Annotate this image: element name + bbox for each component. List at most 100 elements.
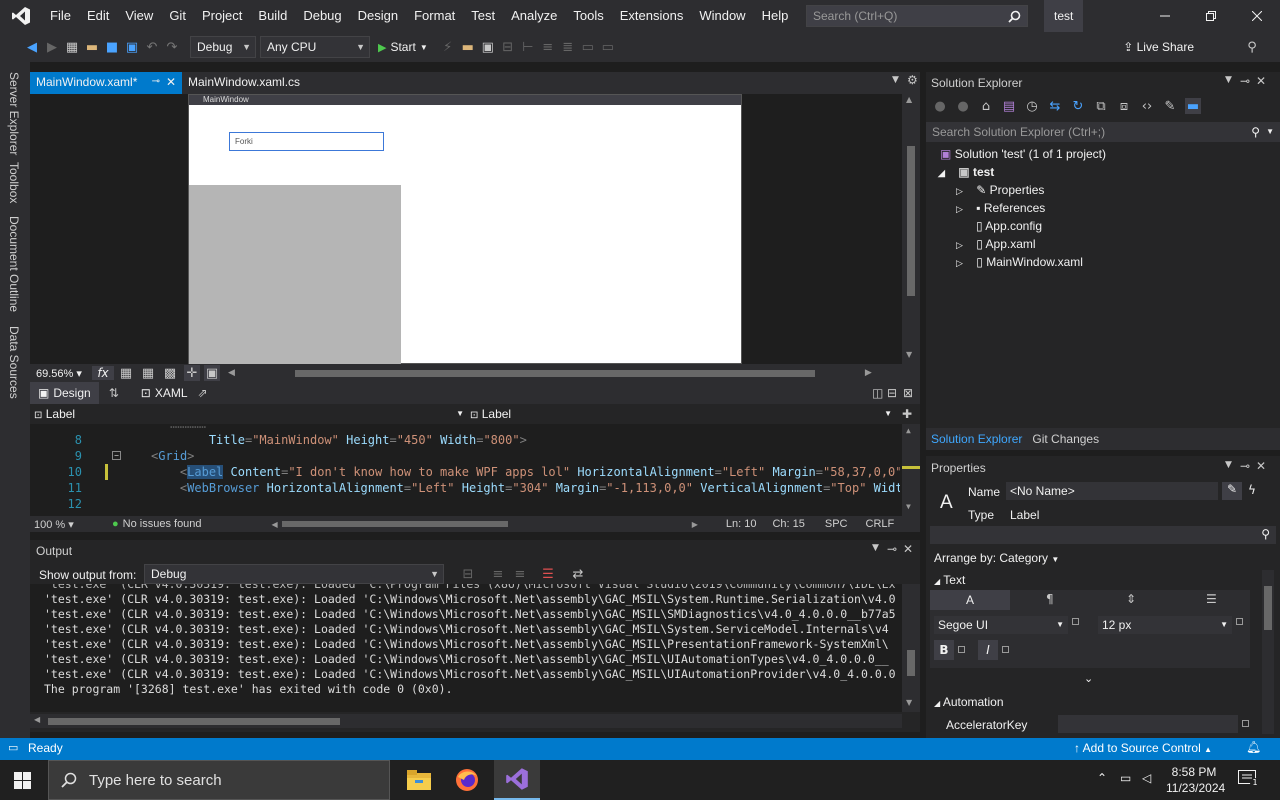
bookmark-icon[interactable]: ⊟ (500, 39, 516, 55)
network-icon[interactable]: ▭ (1120, 771, 1131, 785)
font-family-select[interactable]: Segoe UI ▼ (934, 616, 1068, 634)
scroll-thumb[interactable] (907, 146, 915, 296)
line-ending[interactable]: CRLF (866, 518, 895, 530)
code-vertical-scrollbar[interactable]: ▲ ▼ (902, 424, 920, 516)
code-line[interactable]: 9 <Grid> (30, 448, 900, 464)
chevron-down-icon[interactable]: ▼ (1225, 460, 1232, 470)
tab-solution-explorer[interactable]: Solution Explorer (926, 432, 1027, 446)
line-spacing-tab-icon[interactable]: ⇕ (1126, 592, 1136, 606)
grid-icon[interactable]: ▦ (118, 365, 134, 381)
bookmark-prev-icon[interactable]: ▭ (580, 39, 596, 55)
chevron-up-icon[interactable]: ⌃ (1097, 771, 1107, 785)
preview-selected-icon[interactable]: ▬ (1185, 98, 1201, 114)
refresh-icon[interactable]: ↻ (1070, 98, 1086, 114)
properties-vertical-scrollbar[interactable] (1262, 570, 1274, 734)
scroll-thumb[interactable] (48, 718, 340, 725)
chevron-down-icon[interactable]: ▼ (872, 543, 879, 553)
code-line[interactable]: 8 Title="MainWindow" Height="450" Width=… (30, 432, 900, 448)
tab-list-icon[interactable]: ▼ (892, 75, 899, 85)
xaml-designer[interactable]: MainWindow Forki ▲ ▼ (30, 94, 920, 365)
tab-git-changes[interactable]: Git Changes (1027, 432, 1104, 446)
collapse-pane-icon[interactable]: ⊠ (903, 386, 913, 400)
show-all-files-icon[interactable]: ⧈ (1116, 98, 1132, 114)
menu-design[interactable]: Design (350, 0, 406, 32)
properties-wrench-icon[interactable]: ✎ (1162, 98, 1178, 114)
forward-icon[interactable]: ● (955, 98, 971, 114)
add-to-source-control-button[interactable]: ↑ Add to Source Control ▲ (1074, 741, 1212, 755)
scroll-left-icon[interactable]: ◀ (228, 368, 235, 378)
font-size-marker[interactable] (1236, 618, 1243, 625)
menu-analyze[interactable]: Analyze (503, 0, 565, 32)
scroll-down-icon[interactable]: ▼ (906, 698, 912, 707)
expand-more-icon[interactable]: ⌄ (1084, 672, 1093, 685)
device-icon[interactable]: ▣ (204, 365, 220, 381)
menu-extensions[interactable]: Extensions (612, 0, 692, 32)
vertical-split-icon[interactable]: ◫ (872, 386, 883, 400)
preview-label-control[interactable]: Forki (229, 132, 384, 151)
editor-zoom-select[interactable]: 100 % ▾ (30, 518, 90, 531)
pin-icon[interactable]: ⊸ (887, 542, 897, 556)
xaml-code-editor[interactable]: …………… 8 Title="MainWindow" Height="450" … (30, 417, 920, 516)
accelerator-key-marker[interactable] (1242, 720, 1249, 727)
open-folder-icon[interactable]: ▬ (84, 39, 100, 55)
pin-icon[interactable]: ⊸ (1240, 74, 1250, 88)
menu-edit[interactable]: Edit (79, 0, 117, 32)
tree-item-references[interactable]: ▷ ▪ References (956, 199, 1045, 217)
redo-icon[interactable]: ↷ (164, 39, 180, 55)
pin-icon[interactable]: ⊸ (152, 72, 160, 92)
menu-format[interactable]: Format (406, 0, 463, 32)
menu-file[interactable]: File (42, 0, 79, 32)
save-icon[interactable]: ■ (104, 39, 120, 55)
step-icon[interactable]: ⊢ (520, 39, 536, 55)
prev-message-icon[interactable]: ≡ (490, 566, 506, 582)
font-family-marker[interactable] (1072, 618, 1079, 625)
view-code-icon[interactable]: ‹› (1139, 98, 1155, 114)
horizontal-split-icon[interactable]: ⊟ (887, 386, 897, 400)
taskbar-search-input[interactable]: Type here to search (48, 760, 390, 800)
menu-test[interactable]: Test (463, 0, 503, 32)
split-editor-icon[interactable]: ✚ (902, 407, 912, 421)
file-explorer-icon[interactable] (400, 762, 438, 798)
events-lightning-icon[interactable]: ϟ (1248, 483, 1256, 497)
toolbox-tab[interactable]: Toolbox (7, 162, 21, 203)
output-text[interactable]: 'test.exe' (CLR v4.0.30319: test.exe): L… (30, 584, 902, 712)
tree-item-mainwindow-xaml[interactable]: ▷ ▯ MainWindow.xaml (956, 253, 1083, 271)
collapse-all-icon[interactable]: ⧉ (1093, 98, 1109, 114)
list-tab-icon[interactable]: ☰ (1206, 592, 1217, 606)
snap-lines-icon[interactable]: ✛ (184, 365, 200, 381)
menu-view[interactable]: View (117, 0, 161, 32)
browse-icon[interactable]: ▬ (460, 39, 476, 55)
server-explorer-tab[interactable]: Server Explorer (7, 72, 21, 155)
italic-marker[interactable] (1002, 646, 1009, 653)
find-in-output-icon[interactable]: ⊟ (460, 566, 476, 582)
menu-window[interactable]: Window (691, 0, 753, 32)
new-project-icon[interactable]: ▦ (64, 39, 80, 55)
undo-icon[interactable]: ↶ (144, 39, 160, 55)
italic-toggle[interactable]: I (978, 640, 998, 660)
settings-gear-icon[interactable]: ⚙ (907, 73, 918, 87)
bold-toggle[interactable]: B (934, 640, 954, 660)
close-icon[interactable]: ✕ (1256, 459, 1266, 473)
back-icon[interactable]: ◀ (24, 39, 40, 55)
chevron-down-icon[interactable]: ▼ (1225, 75, 1232, 85)
menu-help[interactable]: Help (754, 0, 797, 32)
scroll-right-icon[interactable]: ▶ (692, 520, 698, 529)
font-tab-icon[interactable]: A (930, 590, 1010, 610)
properties-wrench-icon[interactable]: ✎ (1222, 482, 1242, 500)
output-vertical-scrollbar[interactable]: ▼ (902, 584, 920, 712)
data-sources-tab[interactable]: Data Sources (7, 326, 21, 399)
tree-item-properties[interactable]: ▷ ✎ Properties (956, 181, 1044, 199)
close-icon[interactable]: ✕ (166, 72, 176, 92)
word-wrap-icon[interactable]: ⇄ (570, 566, 586, 582)
scroll-up-icon[interactable]: ▲ (906, 95, 912, 104)
tab-mainwindow-xaml[interactable]: MainWindow.xaml* ⊸ ✕ (30, 72, 182, 94)
designer-horizontal-scrollbar[interactable] (235, 367, 855, 379)
code-line[interactable]: 12 (30, 496, 900, 512)
tree-item-app-config[interactable]: ▯ App.config (976, 217, 1042, 235)
live-share-button[interactable]: ⇪ Live Share (1123, 32, 1194, 62)
volume-muted-icon[interactable]: ◁ (1142, 771, 1151, 785)
swap-panes-icon[interactable]: ⇅ (109, 386, 119, 400)
configuration-select[interactable]: Debug ▼ (190, 36, 256, 58)
artboard-icon[interactable]: ▩ (162, 365, 178, 381)
hot-reload-icon[interactable]: ⚡ (440, 39, 456, 55)
